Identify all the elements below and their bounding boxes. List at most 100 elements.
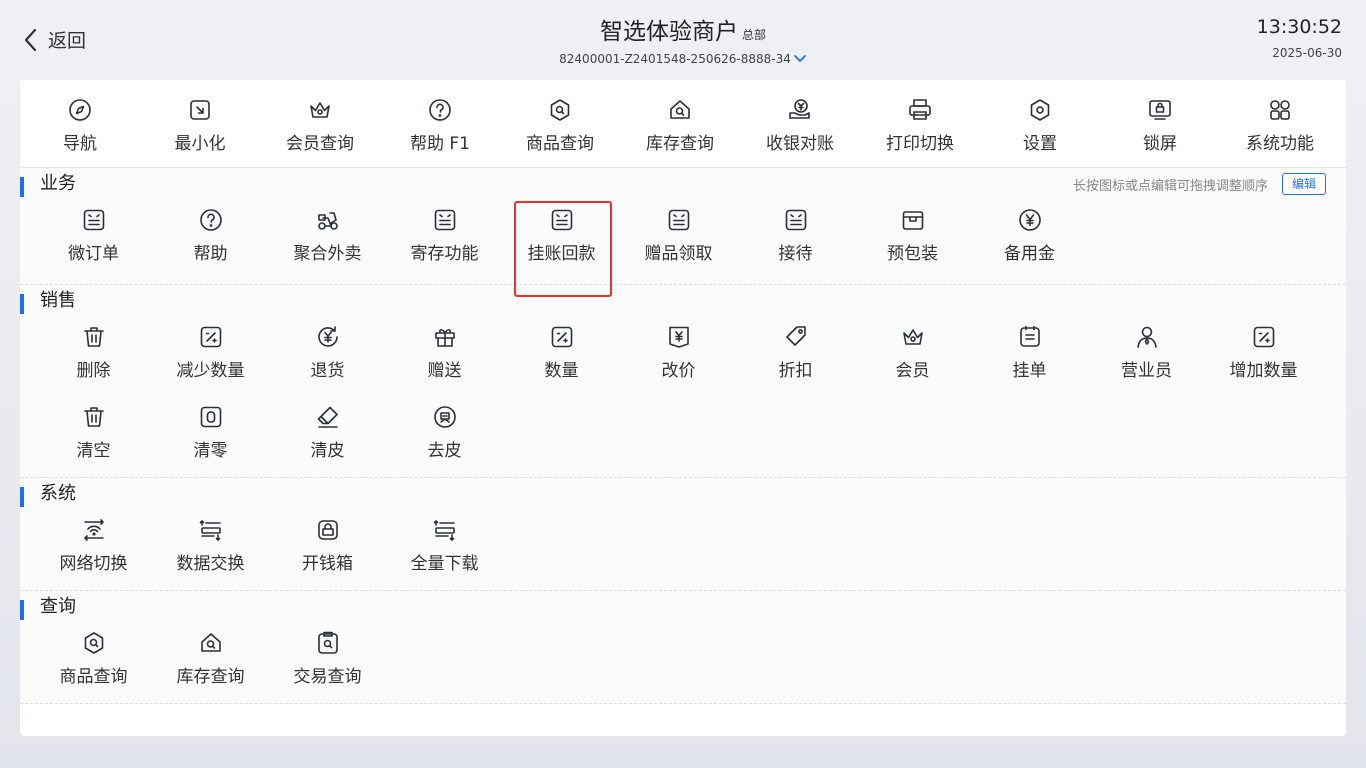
func-label: 打印切换 bbox=[886, 134, 954, 154]
section-business: 业务 长按图标或点编辑可拖拽调整顺序 编辑 微订单 帮助 聚合外卖 寄存功能 挂账回款 赠… bbox=[20, 168, 1346, 285]
func-cash-drawer-button[interactable]: 开钱箱 bbox=[269, 510, 386, 590]
func-label: 库存查询 bbox=[646, 134, 714, 154]
func-label: 会员 bbox=[895, 361, 930, 381]
delivery-icon bbox=[317, 212, 338, 230]
transaction-search-icon bbox=[317, 631, 338, 654]
func-crown-button[interactable]: 会员查询 bbox=[260, 80, 380, 167]
package-icon bbox=[902, 211, 923, 230]
func-hold-order-button[interactable]: 挂单 bbox=[971, 317, 1088, 397]
quantity-icon bbox=[551, 326, 572, 348]
func-trash-button[interactable]: 清空 bbox=[35, 397, 152, 477]
func-minimize-button[interactable]: 最小化 bbox=[140, 80, 260, 167]
func-label: 商品查询 bbox=[526, 134, 594, 154]
chevron-down-icon bbox=[793, 55, 806, 62]
crown-icon bbox=[902, 329, 923, 345]
func-network-switch-button[interactable]: 网络切换 bbox=[35, 510, 152, 590]
drag-hint-text: 长按图标或点编辑可拖拽调整顺序 bbox=[1072, 178, 1268, 194]
func-label: 预包装 bbox=[887, 244, 938, 264]
func-label: 交易查询 bbox=[293, 667, 362, 687]
section-system: 系统 网络切换 数据交换 开钱箱 全量下载 bbox=[20, 478, 1346, 591]
func-help-button[interactable]: 帮助 F1 bbox=[380, 80, 500, 167]
settings-icon bbox=[1030, 99, 1050, 121]
store-badge: 总部 bbox=[741, 28, 766, 42]
clock-time: 13:30:52 bbox=[1256, 16, 1342, 38]
func-full-download-button[interactable]: 全量下载 bbox=[386, 510, 503, 590]
func-apps-button[interactable]: 系统功能 bbox=[1220, 80, 1340, 167]
func-quantity-button[interactable]: 数量 bbox=[503, 317, 620, 397]
section-title-text: 查询 bbox=[40, 596, 76, 617]
func-label: 接待 bbox=[778, 244, 813, 264]
product-search-icon bbox=[550, 99, 570, 121]
func-discount-tag-button[interactable]: 折扣 bbox=[737, 317, 854, 397]
func-label: 收银对账 bbox=[766, 134, 834, 154]
func-clerk-button[interactable]: 营业员 bbox=[1088, 317, 1205, 397]
eraser-icon bbox=[317, 406, 338, 428]
func-mini-order-button[interactable]: 微订单 bbox=[35, 200, 152, 284]
func-product-search-button[interactable]: 商品查询 bbox=[500, 80, 620, 167]
func-delivery-button[interactable]: 聚合外卖 bbox=[269, 200, 386, 284]
func-inventory-search-button[interactable]: 库存查询 bbox=[152, 623, 269, 703]
func-label: 挂账回款 bbox=[527, 244, 596, 264]
func-label: 最小化 bbox=[174, 134, 226, 154]
func-credit-repayment-button[interactable]: 挂账回款 bbox=[503, 200, 620, 284]
func-settings-button[interactable]: 设置 bbox=[980, 80, 1100, 167]
func-inventory-search-button[interactable]: 库存查询 bbox=[620, 80, 740, 167]
function-panel: 导航 最小化 会员查询 帮助 F1 商品查询 库存查询 收银对账 打印切换 设置 锁屏 系统功能 业… bbox=[20, 80, 1346, 736]
func-label: 增加数量 bbox=[1229, 361, 1298, 381]
func-label: 备用金 bbox=[1004, 244, 1055, 264]
mini-order-icon bbox=[83, 209, 104, 231]
zero-icon bbox=[200, 406, 221, 428]
gift-icon bbox=[434, 329, 455, 347]
func-label: 改价 bbox=[661, 361, 696, 381]
func-transaction-search-button[interactable]: 交易查询 bbox=[269, 623, 386, 703]
section-title-text: 销售 bbox=[40, 290, 76, 311]
func-data-exchange-button[interactable]: 数据交换 bbox=[152, 510, 269, 590]
grid-sales: 删除 减少数量 退货 赠送 数量 改价 折扣 会员 挂单 营业员 增加数量清空 清零 清皮 去皮 bbox=[20, 317, 1346, 477]
func-gift-claim-button[interactable]: 赠品领取 bbox=[620, 200, 737, 284]
func-compass-button[interactable]: 导航 bbox=[20, 80, 140, 167]
func-label: 折扣 bbox=[778, 361, 813, 381]
edit-button[interactable]: 编辑 bbox=[1281, 173, 1326, 195]
section-title-sales: 销售 bbox=[20, 285, 1346, 317]
help-icon bbox=[429, 99, 451, 121]
func-reconcile-button[interactable]: 收银对账 bbox=[740, 80, 860, 167]
printer-icon bbox=[909, 99, 931, 120]
func-price-change-button[interactable]: 改价 bbox=[620, 317, 737, 397]
inventory-search-icon bbox=[670, 100, 690, 119]
func-help-button[interactable]: 帮助 bbox=[152, 200, 269, 284]
func-storage-button[interactable]: 寄存功能 bbox=[386, 200, 503, 284]
func-crown-button[interactable]: 会员 bbox=[854, 317, 971, 397]
clock: 13:30:52 2025-06-30 bbox=[1257, 16, 1342, 60]
func-lock-screen-button[interactable]: 锁屏 bbox=[1100, 80, 1220, 167]
func-label: 商品查询 bbox=[59, 667, 128, 687]
func-eraser-button[interactable]: 清皮 bbox=[269, 397, 386, 477]
return-icon bbox=[317, 326, 338, 347]
func-label: 开钱箱 bbox=[302, 554, 353, 574]
func-reception-button[interactable]: 接待 bbox=[737, 200, 854, 284]
func-yen-coin-button[interactable]: 备用金 bbox=[971, 200, 1088, 284]
edit-hint-bar: 长按图标或点编辑可拖拽调整顺序 编辑 bbox=[1073, 173, 1326, 195]
tare-icon bbox=[433, 406, 456, 428]
storage-icon bbox=[434, 209, 455, 231]
grid-query: 商品查询 库存查询 交易查询 bbox=[20, 623, 1346, 703]
func-gift-button[interactable]: 赠送 bbox=[386, 317, 503, 397]
func-printer-button[interactable]: 打印切换 bbox=[860, 80, 980, 167]
quantity-decrease-icon bbox=[200, 326, 221, 348]
func-zero-button[interactable]: 清零 bbox=[152, 397, 269, 477]
func-label: 减少数量 bbox=[176, 361, 245, 381]
func-tare-button[interactable]: 去皮 bbox=[386, 397, 503, 477]
func-return-button[interactable]: 退货 bbox=[269, 317, 386, 397]
func-product-search-button[interactable]: 商品查询 bbox=[35, 623, 152, 703]
network-switch-icon bbox=[83, 519, 104, 541]
func-quantity-decrease-button[interactable]: 减少数量 bbox=[152, 317, 269, 397]
func-trash-button[interactable]: 删除 bbox=[35, 317, 152, 397]
inventory-search-icon bbox=[200, 633, 221, 652]
terminal-selector[interactable]: 82400001-Z2401548-250626-8888-34 bbox=[559, 52, 807, 66]
func-label: 删除 bbox=[76, 361, 111, 381]
crown-icon bbox=[310, 102, 330, 118]
func-label: 营业员 bbox=[1121, 361, 1172, 381]
grid-system: 网络切换 数据交换 开钱箱 全量下载 bbox=[20, 510, 1346, 590]
func-quantity-increase-button[interactable]: 增加数量 bbox=[1205, 317, 1322, 397]
help-icon bbox=[199, 209, 222, 231]
func-package-button[interactable]: 预包装 bbox=[854, 200, 971, 284]
